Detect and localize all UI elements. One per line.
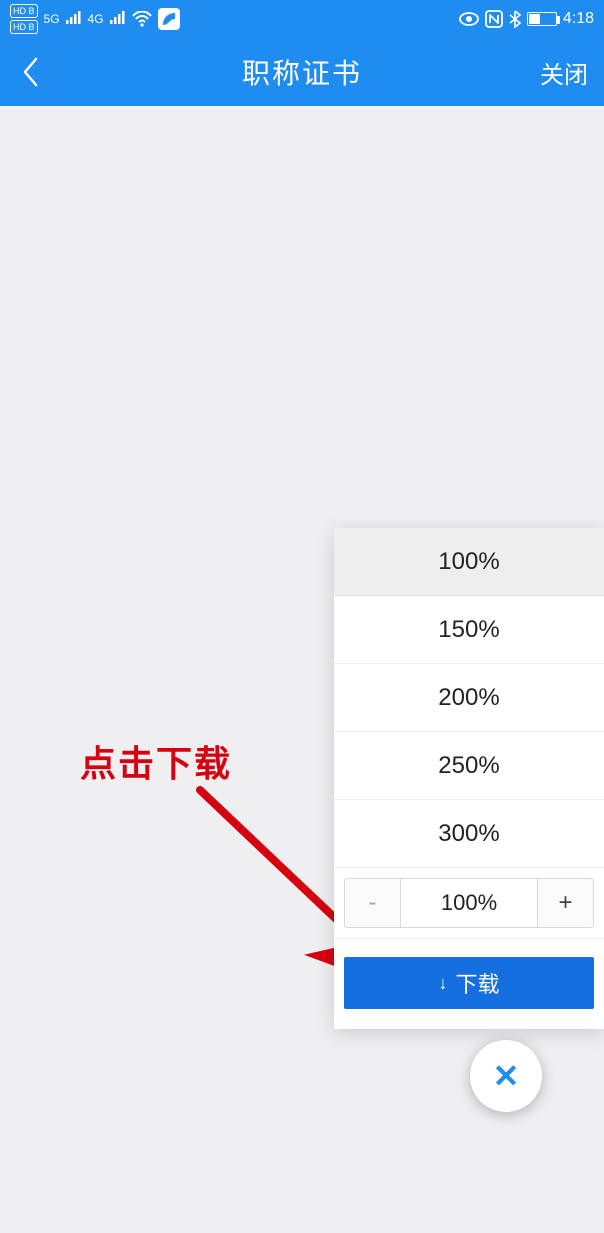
zoom-options-list: 100% 150% 200% 250% 300% [334,528,604,868]
hd-badge-bottom: HD B [10,20,38,34]
annotation-label: 点击下载 [80,735,232,787]
battery-icon [527,12,557,26]
zoom-option-300[interactable]: 300% [334,800,604,868]
download-row: ↓ 下载 [334,938,604,1029]
wifi-icon [132,11,152,27]
signal-bars-icon [66,10,82,29]
zoom-option-250[interactable]: 250% [334,732,604,800]
close-button[interactable]: 关闭 [540,55,588,90]
zoom-increase-button[interactable]: + [538,878,594,928]
zoom-option-100[interactable]: 100% [334,528,604,596]
app-header: 职称证书 关闭 [0,38,604,106]
network-4g-label: 4G [88,12,104,26]
nfc-icon [485,10,503,28]
eye-comfort-icon [459,12,479,26]
page-title: 职称证书 [242,52,362,92]
chevron-left-icon [21,56,39,88]
close-fab[interactable]: ✕ [470,1040,542,1112]
status-left: HD B HD B 5G 4G [10,3,180,35]
zoom-stepper: - 100% + [344,878,594,928]
bluetooth-icon [509,10,521,28]
clock-time: 4:18 [563,10,594,28]
back-button[interactable] [16,52,44,92]
download-button-label: 下载 [455,967,499,999]
zoom-decrease-button[interactable]: - [344,878,400,928]
hd-badge-top: HD B [10,4,38,18]
zoom-option-150[interactable]: 150% [334,596,604,664]
zoom-value[interactable]: 100% [400,878,538,928]
status-right: 4:18 [459,10,594,28]
status-bar: HD B HD B 5G 4G 4:18 [0,0,604,38]
signal-bars-icon [110,10,126,29]
zoom-option-200[interactable]: 200% [334,664,604,732]
download-icon: ↓ [438,973,447,994]
zoom-panel: 100% 150% 200% 250% 300% - 100% + ↓ 下载 [334,528,604,1029]
app-running-icon [158,8,180,30]
hd-badge: HD B HD B [10,3,38,35]
download-button[interactable]: ↓ 下载 [344,957,594,1009]
close-icon: ✕ [493,1057,520,1095]
network-5g-label: 5G [44,12,60,26]
